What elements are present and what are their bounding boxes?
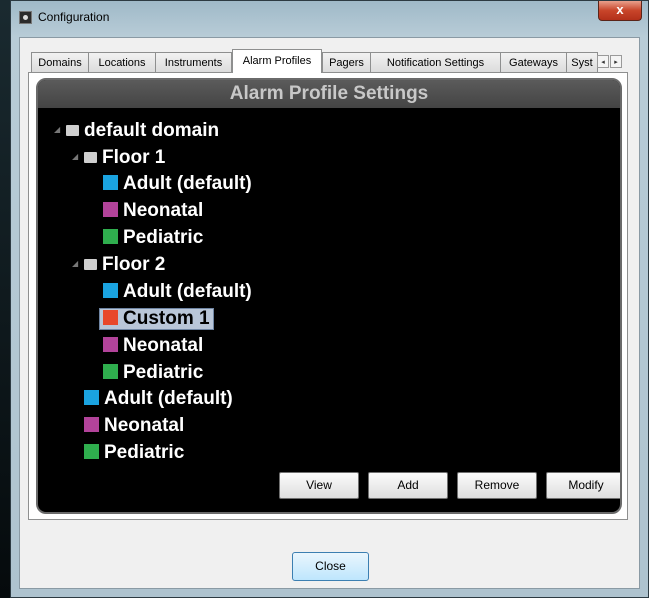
tree-item-label: Adult (default)	[123, 281, 252, 302]
tab-instruments[interactable]: Instruments	[155, 52, 232, 72]
custom-color-swatch	[103, 310, 118, 325]
tree-node-label: Floor 2	[102, 254, 166, 275]
add-button[interactable]: Add	[368, 472, 448, 499]
tab-locations[interactable]: Locations	[88, 52, 156, 72]
expand-collapse-icon[interactable]: ◢	[72, 152, 78, 161]
client-area: Domains Locations Instruments Alarm Prof…	[19, 37, 640, 589]
tree-item-floor1-neonatal[interactable]: Neonatal	[103, 200, 203, 222]
tree-item-label: Pediatric	[104, 442, 185, 463]
tab-domains[interactable]: Domains	[31, 52, 89, 72]
expand-collapse-icon[interactable]: ◢	[72, 259, 78, 268]
tab-system[interactable]: Syst	[566, 52, 598, 72]
tree-node-default-domain[interactable]: default domain	[66, 120, 219, 142]
expand-collapse-icon[interactable]: ◢	[54, 125, 60, 134]
configuration-window: Configuration x Domains Locations Instru…	[10, 0, 649, 598]
tree-item-label: Pediatric	[123, 362, 204, 383]
folder-icon	[66, 125, 79, 136]
neonatal-color-swatch	[84, 417, 99, 432]
tree-item-label: Custom 1	[123, 308, 210, 329]
tree-item-floor1-pediatric[interactable]: Pediatric	[103, 227, 203, 249]
view-button[interactable]: View	[279, 472, 359, 499]
tab-pagers[interactable]: Pagers	[322, 52, 371, 72]
tree-item-label: Adult (default)	[123, 173, 252, 194]
tree-node-floor-2[interactable]: Floor 2	[84, 254, 165, 276]
adult-color-swatch	[103, 175, 118, 190]
tree-item-label: Adult (default)	[104, 388, 233, 409]
tree-item-floor2-adult[interactable]: Adult (default)	[103, 281, 252, 303]
pediatric-color-swatch	[103, 364, 118, 379]
tree-item-floor2-custom-1-selected[interactable]: Custom 1	[99, 308, 214, 330]
app-icon	[19, 11, 32, 24]
tree-node-label: default domain	[84, 120, 220, 141]
remove-button[interactable]: Remove	[457, 472, 537, 499]
adult-color-swatch	[84, 390, 99, 405]
tree-item-label: Neonatal	[123, 335, 204, 356]
tab-scroll-right-button[interactable]: ▸	[610, 55, 622, 68]
tree-item-domain-adult[interactable]: Adult (default)	[84, 388, 233, 410]
alarm-profile-settings-panel: Alarm Profile Settings ◢ default domain …	[36, 78, 622, 514]
tree-item-label: Pediatric	[123, 227, 204, 248]
tree-node-floor-1[interactable]: Floor 1	[84, 147, 165, 169]
tree-item-domain-pediatric[interactable]: Pediatric	[84, 442, 184, 464]
tree-item-floor2-neonatal[interactable]: Neonatal	[103, 335, 203, 357]
tab-alarm-profiles[interactable]: Alarm Profiles	[232, 49, 322, 73]
tab-notification-settings[interactable]: Notification Settings	[370, 52, 501, 72]
tree-item-domain-neonatal[interactable]: Neonatal	[84, 415, 184, 437]
tree-item-label: Neonatal	[123, 200, 204, 221]
tree-item-label: Neonatal	[104, 415, 185, 436]
modify-button[interactable]: Modify	[546, 472, 620, 499]
folder-icon	[84, 152, 97, 163]
window-title: Configuration	[38, 10, 110, 24]
window-close-button[interactable]: x	[598, 1, 642, 21]
alarm-profiles-tab-panel: Alarm Profile Settings ◢ default domain …	[28, 72, 628, 520]
tree-item-floor2-pediatric[interactable]: Pediatric	[103, 362, 203, 384]
neonatal-color-swatch	[103, 337, 118, 352]
neonatal-color-swatch	[103, 202, 118, 217]
tab-scroll-left-button[interactable]: ◂	[597, 55, 609, 68]
panel-title: Alarm Profile Settings	[38, 80, 620, 108]
tab-gateways[interactable]: Gateways	[500, 52, 567, 72]
pediatric-color-swatch	[103, 229, 118, 244]
pediatric-color-swatch	[84, 444, 99, 459]
desktop-background	[0, 0, 10, 598]
tree-node-label: Floor 1	[102, 147, 166, 168]
tree-item-floor1-adult[interactable]: Adult (default)	[103, 173, 252, 195]
title-bar[interactable]: Configuration x	[11, 1, 648, 37]
adult-color-swatch	[103, 283, 118, 298]
close-button[interactable]: Close	[292, 552, 369, 581]
folder-icon	[84, 259, 97, 270]
